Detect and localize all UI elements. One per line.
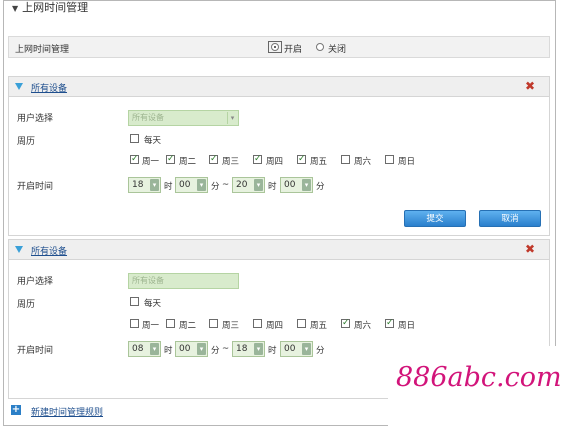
chevron-down-icon: ▾ [302, 343, 311, 355]
start-minute-select-1[interactable]: 00 ▾ [175, 177, 208, 193]
day-checkbox-tue[interactable] [166, 319, 175, 328]
on-label: 开启 [284, 45, 303, 55]
range-tilde: ~ [222, 344, 230, 354]
chevron-down-icon: ▾ [302, 179, 311, 191]
collapse-arrow-icon[interactable]: ▼ [12, 4, 18, 13]
user-select-label: 用户选择 [17, 114, 54, 124]
day-label-sun: 周日 [398, 321, 416, 331]
open-time-label: 开启时间 [17, 182, 54, 192]
on-radio[interactable] [271, 43, 279, 51]
range-tilde: ~ [222, 180, 230, 190]
day-checkbox-sun[interactable]: ✓ [385, 319, 394, 328]
day-checkbox-wed[interactable] [209, 319, 218, 328]
day-checkbox-mon[interactable]: ✓ [130, 155, 139, 164]
cancel-button[interactable]: 取消 [479, 210, 541, 227]
off-radio[interactable] [316, 43, 324, 51]
rule-card-1: 所有设备 ✖ 用户选择 所有设备 ▾ 周历 每天 ✓ 周一 ✓ 周二 ✓ 周三 … [8, 76, 550, 236]
day-checkbox-sun[interactable] [385, 155, 394, 164]
day-checkbox-mon[interactable] [130, 319, 139, 328]
day-checkbox-sat[interactable]: ✓ [341, 319, 350, 328]
day-label-tue: 周二 [179, 321, 197, 331]
rule-header-2: 所有设备 ✖ [9, 240, 549, 260]
rule-title-1[interactable]: 所有设备 [31, 81, 67, 94]
expand-triangle-icon[interactable] [15, 246, 23, 253]
end-hour-select-1[interactable]: 20 ▾ [232, 177, 265, 193]
chevron-down-icon: ▾ [150, 343, 159, 355]
submit-button[interactable]: 提交 [404, 210, 466, 227]
rule-header-1: 所有设备 ✖ [9, 77, 549, 97]
plus-icon[interactable]: + [11, 405, 21, 415]
day-label-mon: 周一 [142, 157, 160, 167]
hour-unit: 时 [164, 182, 173, 192]
open-time-label: 开启时间 [17, 346, 54, 356]
day-checkbox-tue[interactable]: ✓ [166, 155, 175, 164]
delete-rule-icon[interactable]: ✖ [525, 243, 535, 255]
minute-unit: 分 [211, 346, 220, 356]
calendar-label: 周历 [17, 137, 36, 147]
day-checkbox-wed[interactable]: ✓ [209, 155, 218, 164]
day-checkbox-thu[interactable] [253, 319, 262, 328]
end-hour-select-2[interactable]: 18 ▾ [232, 341, 265, 357]
expand-triangle-icon[interactable] [15, 83, 23, 90]
chevron-down-icon: ▾ [254, 179, 263, 191]
hour-unit: 时 [164, 346, 173, 356]
add-rule-link[interactable]: 新建时间管理规则 [31, 405, 103, 418]
start-hour-select-2[interactable]: 08 ▾ [128, 341, 161, 357]
master-switch-row: 上网时间管理 开启 关闭 [8, 36, 550, 58]
end-minute-select-1[interactable]: 00 ▾ [280, 177, 313, 193]
day-checkbox-fri[interactable]: ✓ [297, 155, 306, 164]
day-checkbox-sat[interactable] [341, 155, 350, 164]
calendar-label: 周历 [17, 300, 36, 310]
everyday-checkbox-1[interactable] [130, 134, 139, 143]
day-label-sun: 周日 [398, 157, 416, 167]
page-title: ▼ 上网时间管理 [12, 1, 89, 14]
rule-title-2[interactable]: 所有设备 [31, 244, 67, 257]
everyday-checkbox-2[interactable] [130, 297, 139, 306]
hour-unit: 时 [268, 182, 277, 192]
chevron-down-icon: ▾ [150, 179, 159, 191]
chevron-down-icon: ▾ [254, 343, 263, 355]
everyday-label: 每天 [144, 299, 162, 309]
start-hour-select-1[interactable]: 18 ▾ [128, 177, 161, 193]
day-label-wed: 周三 [222, 321, 240, 331]
delete-rule-icon[interactable]: ✖ [525, 80, 535, 92]
day-label-sat: 周六 [354, 321, 372, 331]
everyday-label: 每天 [144, 136, 162, 146]
watermark-text: 886abc.com [396, 362, 561, 393]
day-label-thu: 周四 [266, 321, 284, 331]
minute-unit: 分 [316, 346, 325, 356]
day-checkbox-fri[interactable] [297, 319, 306, 328]
day-label-tue: 周二 [179, 157, 197, 167]
day-label-sat: 周六 [354, 157, 372, 167]
hour-unit: 时 [268, 346, 277, 356]
minute-unit: 分 [316, 182, 325, 192]
off-label: 关闭 [328, 45, 347, 55]
master-label: 上网时间管理 [15, 45, 70, 55]
end-minute-select-2[interactable]: 00 ▾ [280, 341, 313, 357]
day-checkbox-thu[interactable]: ✓ [253, 155, 262, 164]
chevron-down-icon: ▾ [227, 112, 237, 124]
chevron-down-icon: ▾ [197, 179, 206, 191]
device-select-1[interactable]: 所有设备 ▾ [128, 110, 239, 126]
minute-unit: 分 [211, 182, 220, 192]
user-select-label: 用户选择 [17, 277, 54, 287]
day-label-fri: 周五 [310, 157, 328, 167]
start-minute-select-2[interactable]: 00 ▾ [175, 341, 208, 357]
day-label-mon: 周一 [142, 321, 160, 331]
device-select-2[interactable]: 所有设备 [128, 273, 239, 289]
chevron-down-icon: ▾ [197, 343, 206, 355]
watermark: 886abc.com [388, 346, 561, 428]
day-label-wed: 周三 [222, 157, 240, 167]
day-label-fri: 周五 [310, 321, 328, 331]
day-label-thu: 周四 [266, 157, 284, 167]
